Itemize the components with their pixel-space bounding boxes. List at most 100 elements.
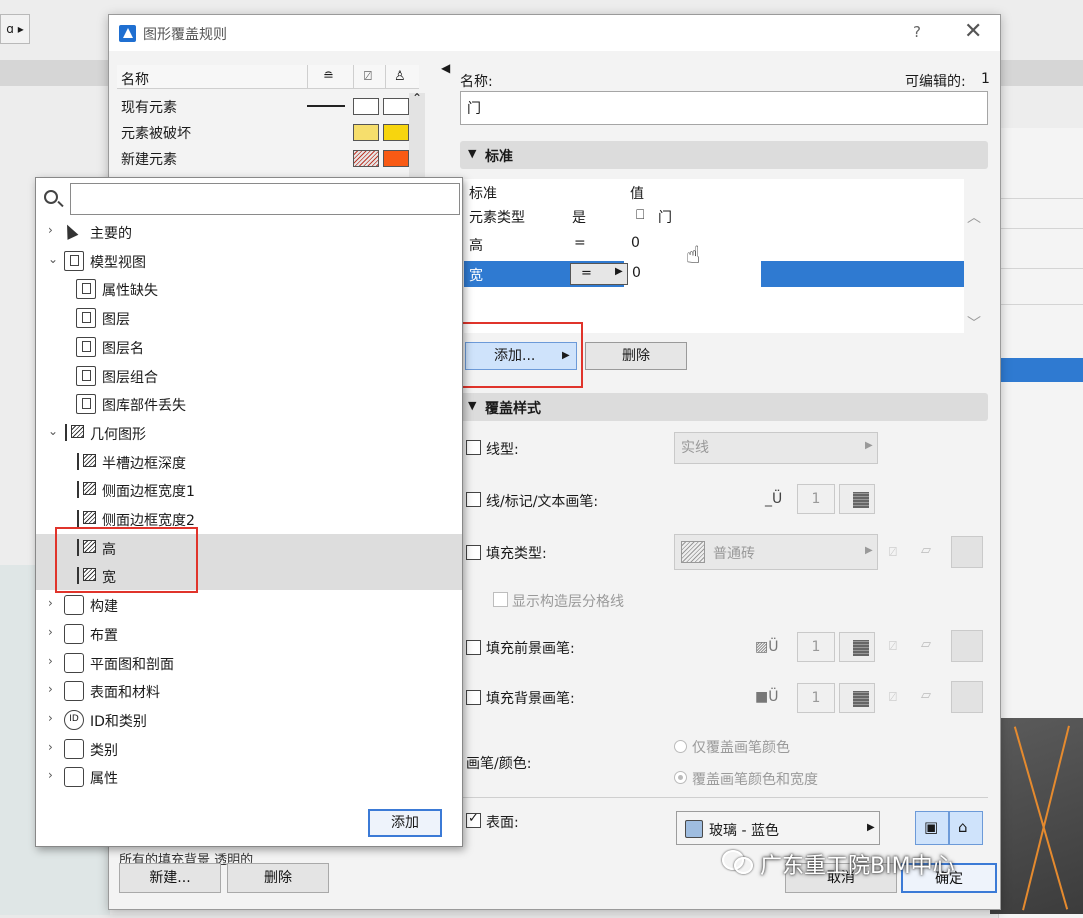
criterion-name: 宽 bbox=[469, 268, 483, 284]
fill-type-dropdown[interactable]: 普通砖 ▶ bbox=[674, 534, 878, 570]
chevron-down-icon[interactable]: ⌄ bbox=[48, 252, 60, 266]
new-rule-button[interactable]: 新建... bbox=[119, 863, 221, 893]
dropdown-value: 玻璃 - 蓝色 bbox=[709, 823, 779, 839]
tree-item[interactable]: › 属性 bbox=[36, 763, 462, 791]
chevron-right-icon[interactable]: › bbox=[48, 223, 60, 237]
line-type-dropdown[interactable]: 实线 ▶ bbox=[674, 432, 878, 464]
fill-fg-pen-value[interactable]: 1 bbox=[797, 632, 835, 662]
pen-line-icon: _Ü bbox=[765, 491, 783, 507]
tree-item[interactable]: 半槽边框深度 bbox=[36, 448, 462, 476]
name-column-header: 名称 bbox=[121, 72, 149, 88]
show-skin-lines-checkbox[interactable] bbox=[493, 592, 508, 607]
chevron-right-icon[interactable]: › bbox=[48, 682, 60, 696]
dimension-icon bbox=[64, 423, 84, 443]
collapse-panel-icon[interactable]: ◀ bbox=[441, 61, 450, 75]
rule-row-new[interactable]: 新建元素 bbox=[117, 145, 419, 171]
chevron-right-icon[interactable]: › bbox=[48, 654, 60, 668]
tree-item[interactable]: › 表面和材料 bbox=[36, 677, 462, 705]
criteria-section-header[interactable]: ▼ 标准 bbox=[460, 141, 988, 169]
background-button[interactable]: ɑ ▸ bbox=[0, 14, 30, 44]
chevron-right-icon[interactable]: › bbox=[48, 740, 60, 754]
scroll-up-icon[interactable]: ⌃ bbox=[412, 91, 422, 105]
model-view-icon bbox=[76, 279, 96, 300]
tree-item-label: 构建 bbox=[90, 599, 118, 616]
fill-bg-pen-value[interactable]: 1 bbox=[797, 683, 835, 713]
search-input[interactable] bbox=[70, 183, 460, 215]
scroll-up-icon[interactable]: ︿ bbox=[967, 207, 981, 227]
scroll-down-icon[interactable]: ﹀ bbox=[967, 313, 981, 333]
model-view-icon bbox=[76, 336, 96, 357]
rule-name: 元素被破坏 bbox=[121, 126, 191, 142]
background-selected-row bbox=[999, 358, 1083, 382]
chevron-right-icon: ▶ bbox=[615, 266, 623, 277]
tree-item[interactable]: 图层组合 bbox=[36, 362, 462, 390]
delete-rule-button[interactable]: 删除 bbox=[227, 863, 329, 893]
criterion-value[interactable]: 0 bbox=[632, 265, 641, 281]
surface-dropdown[interactable]: 玻璃 - 蓝色 ▶ bbox=[676, 811, 880, 845]
fill-type-checkbox[interactable] bbox=[466, 545, 481, 560]
chevron-down-icon[interactable]: ⌄ bbox=[48, 424, 60, 438]
tree-item[interactable]: 侧面边框宽度1 bbox=[36, 476, 462, 504]
line-pen-checkbox[interactable] bbox=[466, 492, 481, 507]
expand-triangle-icon: ▼ bbox=[468, 399, 477, 412]
operator-dropdown[interactable]: = ▶ bbox=[570, 263, 628, 285]
fill-fg-pen-checkbox[interactable] bbox=[466, 640, 481, 655]
tree-item[interactable]: › 布置 bbox=[36, 620, 462, 648]
chevron-right-icon[interactable]: › bbox=[48, 596, 60, 610]
chevron-right-icon: ▶ bbox=[867, 822, 875, 833]
fill-pattern-button[interactable] bbox=[951, 536, 983, 568]
tree-item[interactable]: 属性缺失 bbox=[36, 275, 462, 303]
app-logo-icon bbox=[119, 25, 136, 42]
color-only-radio[interactable] bbox=[674, 740, 687, 753]
property-icon bbox=[64, 767, 84, 788]
rule-row-demolished[interactable]: 元素被破坏 bbox=[117, 119, 419, 145]
tree-item[interactable]: ⌄ 模型视图 bbox=[36, 247, 462, 275]
override-style-section-header[interactable]: ▼ 覆盖样式 bbox=[460, 393, 988, 421]
add-criterion-button[interactable]: 添加... ▶ bbox=[465, 342, 577, 370]
rule-name-input[interactable]: 门 bbox=[460, 91, 988, 125]
chevron-right-icon[interactable]: › bbox=[48, 625, 60, 639]
tree-item[interactable]: › 平面图和剖面 bbox=[36, 649, 462, 677]
surface-eraser-button[interactable]: ⌂ bbox=[949, 811, 983, 845]
tree-item[interactable]: 图库部件丢失 bbox=[36, 390, 462, 418]
criteria-header-row: 标准 值 bbox=[464, 179, 964, 205]
fill-bg-button[interactable] bbox=[951, 681, 983, 713]
line-pen-label: 线/标记/文本画笔: bbox=[486, 494, 599, 510]
line-pen-value[interactable]: 1 bbox=[797, 484, 835, 514]
tree-item[interactable]: 图层名 bbox=[36, 333, 462, 361]
criterion-column-header: 标准 bbox=[469, 186, 497, 202]
rule-list-scrollbar[interactable]: ⌃ bbox=[409, 91, 425, 183]
color-weight-radio[interactable] bbox=[674, 771, 687, 784]
criteria-row[interactable]: 高 = 0 bbox=[464, 231, 964, 257]
criteria-table: 标准 值 元素类型 是 ⎕ 门 高 = 0 宽 = ▶ 0 ☝ bbox=[464, 179, 964, 333]
criteria-row-selected[interactable]: 宽 = ▶ 0 bbox=[464, 261, 964, 287]
line-type-checkbox[interactable] bbox=[466, 440, 481, 455]
surface-checkbox[interactable] bbox=[466, 811, 481, 828]
tree-item[interactable]: › ID ID和类别 bbox=[36, 706, 462, 734]
add-button[interactable]: 添加 bbox=[368, 809, 442, 837]
chevron-right-icon[interactable]: › bbox=[48, 711, 60, 725]
tree-item[interactable]: › 构建 bbox=[36, 591, 462, 619]
chevron-right-icon[interactable]: › bbox=[48, 768, 60, 782]
fill-fg-pen-swatch[interactable] bbox=[839, 632, 875, 662]
placement-icon bbox=[64, 623, 84, 644]
criteria-row[interactable]: 元素类型 是 ⎕ 门 bbox=[464, 203, 964, 229]
surface-override-button[interactable]: ▣ bbox=[915, 811, 949, 845]
tree-item[interactable]: 图层 bbox=[36, 304, 462, 332]
tree-item[interactable]: › 主要的 bbox=[36, 218, 462, 246]
close-button[interactable]: ✕ bbox=[964, 19, 982, 44]
expand-triangle-icon: ▼ bbox=[468, 147, 477, 160]
model-view-icon bbox=[76, 365, 96, 386]
pen-swatch bbox=[383, 124, 409, 141]
fill-bg-pen-checkbox[interactable] bbox=[466, 690, 481, 705]
tree-item[interactable]: › 类别 bbox=[36, 735, 462, 763]
tree-item-label: 类别 bbox=[90, 742, 118, 759]
rule-row-existing[interactable]: 现有元素 bbox=[117, 93, 419, 119]
tree-item[interactable]: ⌄ 几何图形 bbox=[36, 419, 462, 447]
fill-bg-pen-swatch[interactable] bbox=[839, 683, 875, 713]
delete-criterion-button[interactable]: 删除 bbox=[585, 342, 687, 370]
fill-fg-button[interactable] bbox=[951, 630, 983, 662]
help-button[interactable]: ? bbox=[913, 23, 921, 41]
line-pen-swatch[interactable] bbox=[839, 484, 875, 514]
solid-pen-icon: ■Ü bbox=[755, 689, 779, 705]
